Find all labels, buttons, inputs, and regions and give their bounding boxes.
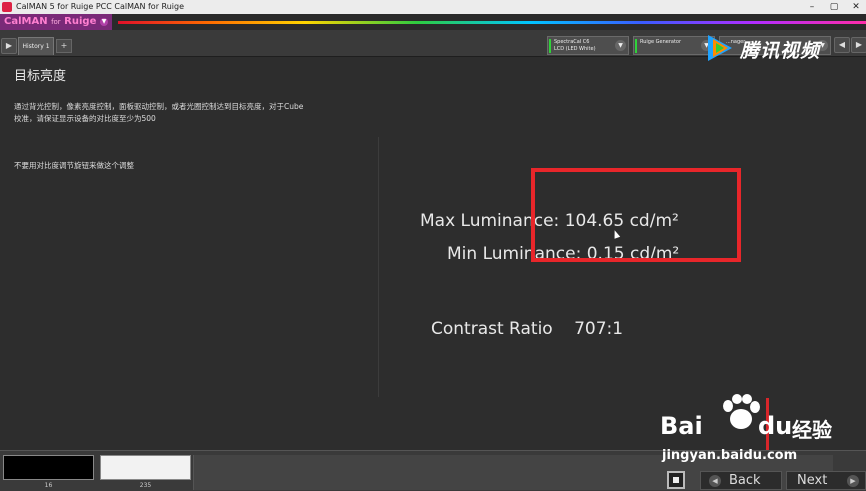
tencent-video-watermark: 腾讯视频 xyxy=(704,33,866,65)
add-tab-button[interactable]: + xyxy=(56,39,72,53)
page-title: 目标亮度 xyxy=(14,69,67,84)
panel-divider xyxy=(378,137,379,397)
contrast-ratio-value: 707:1 xyxy=(574,319,624,339)
contrast-ratio-label: Contrast Ratio xyxy=(431,319,553,339)
maximize-button[interactable]: ▢ xyxy=(828,1,840,13)
back-button-label: Back xyxy=(729,473,761,488)
baidu-jingyan-watermark: Bai du 经验 jingyan.baidu.com xyxy=(660,394,866,463)
close-button[interactable]: ✕ xyxy=(850,1,862,13)
swatch-white-label: 235 xyxy=(139,482,152,489)
page-description: 通过背光控制，像素亮度控制，面板驱动控制，或者光圈控制达到目标亮度，对于Cube… xyxy=(14,102,304,123)
brand-for: for xyxy=(51,18,61,26)
baidu-paw-icon xyxy=(723,394,760,429)
baidu-url-text: jingyan.baidu.com xyxy=(662,448,798,463)
brand-menu[interactable]: CalMAN for Ruige ▼ xyxy=(0,14,112,30)
swatch-white[interactable] xyxy=(100,455,191,480)
brand-name: CalMAN xyxy=(4,16,48,27)
tencent-video-text: 腾讯视频 xyxy=(740,40,821,62)
arrow-right-icon: ▶ xyxy=(847,475,859,487)
app-icon xyxy=(2,2,12,12)
swatch-black-label: 16 xyxy=(44,482,53,489)
chevron-down-icon: ▼ xyxy=(100,18,108,26)
window-controls: – ▢ ✕ xyxy=(806,1,862,13)
baidu-bai-text: Bai xyxy=(660,412,703,440)
arrow-left-icon: ◀ xyxy=(709,475,721,487)
brand-product: Ruige xyxy=(64,16,97,27)
device-generator-selector[interactable]: Ruige Generator ▼ xyxy=(633,36,715,55)
swatch-black[interactable] xyxy=(3,455,94,480)
tab-history-1[interactable]: History 1 xyxy=(18,37,54,55)
baidu-du-text: du xyxy=(758,412,793,440)
stop-button[interactable] xyxy=(667,471,685,489)
status-indicator xyxy=(549,39,551,53)
contrast-ratio: Contrast Ratio 707:1 xyxy=(431,319,623,339)
device-meter-selector[interactable]: SpectraCal C6 LCD (LED White) ▼ xyxy=(547,36,629,55)
play-icon[interactable]: ▶ xyxy=(1,38,17,54)
next-button[interactable]: Next ▶ xyxy=(786,471,866,490)
minimize-button[interactable]: – xyxy=(806,1,818,13)
main-content: 目标亮度 通过背光控制，像素亮度控制，面板驱动控制，或者光圈控制达到目标亮度，对… xyxy=(0,57,866,462)
rainbow-strip xyxy=(118,21,866,24)
tencent-video-logo-icon xyxy=(708,35,732,61)
brand-bar: CalMAN for Ruige ▼ xyxy=(0,14,866,30)
next-button-label: Next xyxy=(797,473,828,488)
status-indicator xyxy=(635,39,637,53)
window-title: CalMAN 5 for Ruige PCC CalMAN for Ruige xyxy=(16,2,185,11)
chevron-down-icon: ▼ xyxy=(615,40,626,51)
title-bar: CalMAN 5 for Ruige PCC CalMAN for Ruige … xyxy=(0,0,866,14)
page-note: 不要用对比度调节旋钮来做这个调整 xyxy=(14,161,134,170)
baidu-jingyan-text: 经验 xyxy=(792,418,832,442)
annotation-highlight-box xyxy=(531,168,741,262)
back-button[interactable]: ◀ Back xyxy=(700,471,782,490)
